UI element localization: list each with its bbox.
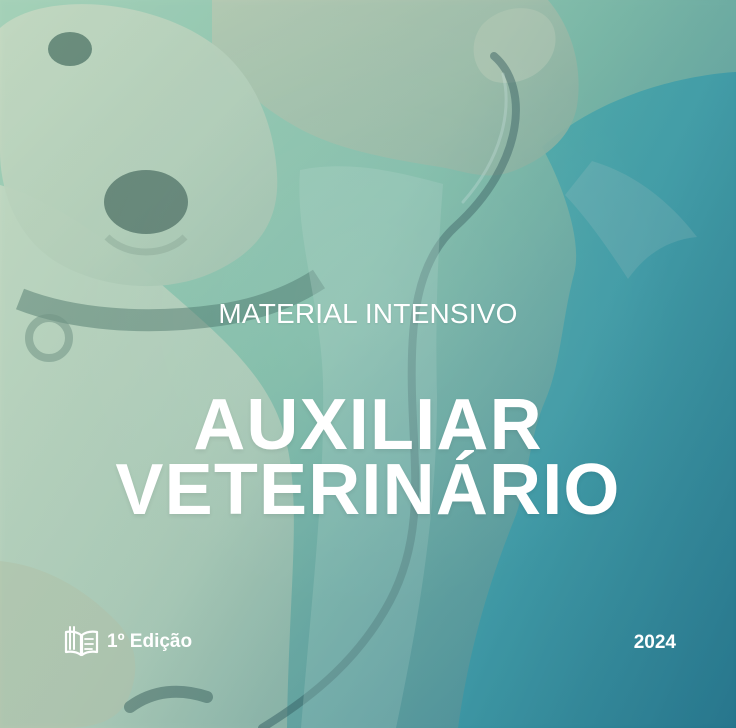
edition-text: 1º Edição (107, 630, 193, 652)
cover-title-line-2: VETERINÁRIO (115, 450, 621, 531)
book-cover: MATERIAL INTENSIVO AUXILIAR VETERINÁRIO … (0, 0, 736, 728)
cover-subtitle: MATERIAL INTENSIVO (218, 298, 518, 329)
publication-year: 2024 (633, 632, 676, 653)
cover-title-line-1: AUXILIAR (193, 385, 543, 466)
edition-label: 1º Edição (63, 624, 192, 659)
cover-title: AUXILIAR VETERINÁRIO (0, 385, 736, 531)
open-book-icon (64, 626, 99, 657)
cover-text-layer: MATERIAL INTENSIVO AUXILIAR VETERINÁRIO … (0, 0, 736, 728)
